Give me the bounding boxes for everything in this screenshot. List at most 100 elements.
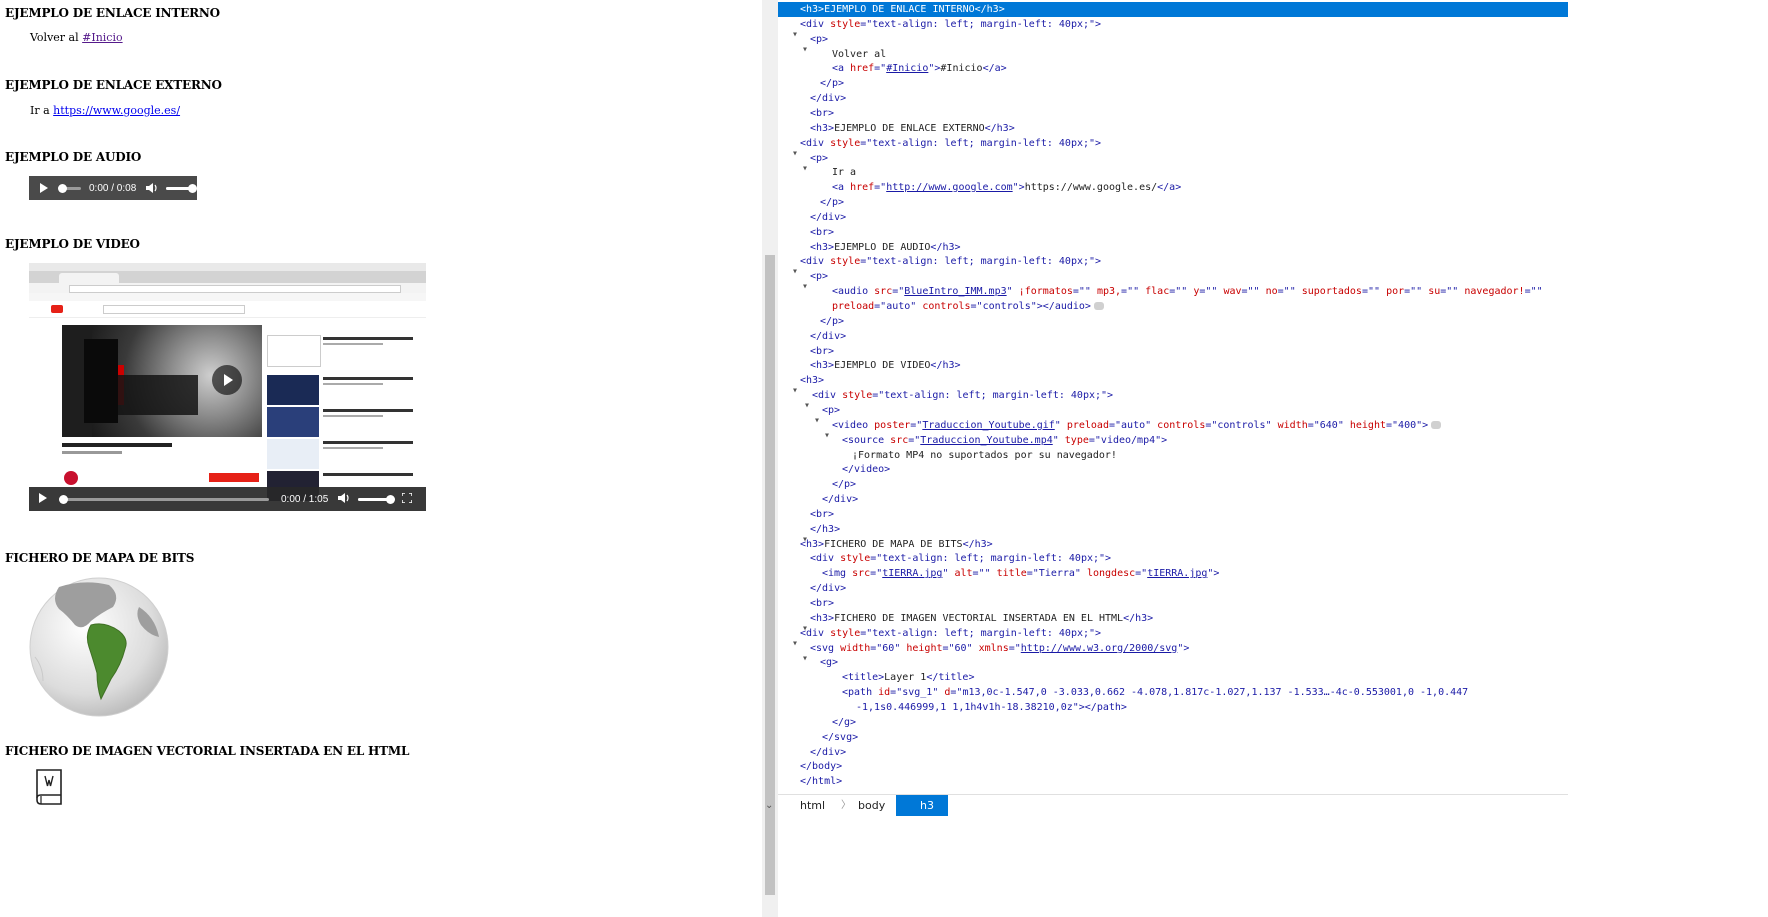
video-controls[interactable]: 0:00 / 1:05 <box>29 487 426 511</box>
video-seek-bar[interactable] <box>59 494 269 504</box>
attr-value: http://www.w3.org/2000/svg <box>1020 642 1178 654</box>
dom-node-line[interactable]: <div style="text-align: left; margin-lef… <box>778 551 1568 566</box>
dom-node-line[interactable]: </g> <box>778 715 1568 730</box>
dom-node-line[interactable]: </video> <box>778 462 1568 477</box>
dom-node-line[interactable]: ▾ <p> <box>778 151 1568 174</box>
tag-token: "> <box>1089 137 1102 149</box>
dom-node-line[interactable]: ▾ <h3>FICHERO DE IMAGEN VECTORIAL INSERTA… <box>778 611 1568 634</box>
tag-token: =" <box>890 687 903 699</box>
attr-name: poster <box>874 419 911 431</box>
dom-node-line[interactable]: ▾ <video poster="Traduccion_Youtube.gif" … <box>778 418 1568 441</box>
dom-node-line[interactable]: ▾ <div style="text-align: left; margin-le… <box>778 254 1568 277</box>
dom-node-line[interactable]: <br> <box>778 106 1568 121</box>
dom-node-line[interactable]: </div> <box>778 581 1568 596</box>
dom-node-line[interactable]: -1,1s0.446999,1 1,1h4v1h-18.38210,0z"></… <box>778 700 1568 715</box>
dom-node-line[interactable]: ▾ <div style="text-align: left; margin-le… <box>778 626 1568 649</box>
tag-token: <h3> <box>810 360 835 372</box>
dom-node-line[interactable]: ▾ <h3> <box>778 373 1568 396</box>
external-link[interactable]: https://www.google.es/ <box>53 104 180 117</box>
dom-node-selected[interactable]: <h3>EJEMPLO DE ENLACE INTERNO</h3> <box>778 2 1568 17</box>
dom-node-line[interactable]: preload="auto" controls="controls"></aud… <box>778 299 1568 314</box>
dom-node-line[interactable]: <g> <box>778 655 1568 670</box>
attr-name: xmlns <box>978 642 1009 654</box>
audio-volume-slider[interactable] <box>166 183 198 193</box>
page-scrollbar[interactable]: ⌄ <box>762 0 778 917</box>
dom-node-line[interactable]: Volver al <box>778 47 1568 62</box>
breadcrumb-html[interactable]: html <box>800 795 825 816</box>
dom-node-line[interactable]: <br> <box>778 507 1568 522</box>
dom-node-line[interactable]: <source src="Traduccion_Youtube.mp4" typ… <box>778 433 1568 448</box>
attr-name: suportados <box>1301 286 1362 298</box>
dom-node-line[interactable]: <h3>EJEMPLO DE VIDEO</h3> <box>778 358 1568 373</box>
devtools-dom-panel[interactable]: <h3>EJEMPLO DE ENLACE INTERNO</h3> ▾ <div … <box>778 0 1568 917</box>
tag-token: </div> <box>810 93 847 105</box>
dom-node-line[interactable]: </svg> <box>778 730 1568 745</box>
dom-node-line[interactable]: ▾ <p> <box>778 269 1568 292</box>
audio-time: 0:00 / 0:08 <box>89 182 137 194</box>
dom-node-line[interactable]: <br> <box>778 344 1568 359</box>
video-volume-slider[interactable] <box>358 494 396 504</box>
dom-node-line[interactable]: </div> <box>778 745 1568 760</box>
dom-node-line[interactable]: </div> <box>778 91 1568 106</box>
dom-node-line[interactable]: </html> <box>778 774 1568 789</box>
breadcrumb-h3[interactable]: h3 <box>896 795 948 816</box>
tag-token: <title> <box>842 672 885 684</box>
video-play-icon[interactable] <box>39 492 49 506</box>
dom-node-line[interactable]: <a href="http://www.google.com">https://… <box>778 180 1568 195</box>
tag-token: <br> <box>810 598 835 609</box>
video-player[interactable]: 0:00 / 1:05 <box>29 263 426 511</box>
attr-name: preload <box>1066 419 1109 431</box>
breadcrumb-body[interactable]: body <box>858 795 885 816</box>
dom-node-line[interactable]: ▾ <svg width="60" height="60" xmlns="http… <box>778 641 1568 664</box>
tag-token: <p> <box>810 33 829 45</box>
event-badge-icon[interactable] <box>1431 420 1442 429</box>
dom-node-line[interactable]: <path id="svg_1" d="m13,0c-1.547,0 -3.03… <box>778 685 1568 700</box>
dom-node-line[interactable]: <h3>FICHERO DE MAPA DE BITS</h3> <box>778 537 1568 552</box>
tag-token: </a> <box>982 63 1007 75</box>
internal-link[interactable]: #Inicio <box>82 31 122 44</box>
dom-node-line[interactable]: <br> <box>778 225 1568 240</box>
tag-token: ="" <box>1524 286 1543 298</box>
dom-node-line[interactable]: </p> <box>778 195 1568 210</box>
dom-node-line[interactable]: <title>Layer 1</title> <box>778 670 1568 685</box>
scroll-down-arrow-icon[interactable]: ⌄ <box>765 800 773 811</box>
dom-node-line[interactable]: </p> <box>778 477 1568 492</box>
video-volume-icon[interactable] <box>338 492 350 506</box>
volume-icon[interactable] <box>146 183 158 193</box>
dom-node-line[interactable]: <img src="tIERRA.jpg" alt="" title="Tier… <box>778 566 1568 581</box>
dom-node-line[interactable]: </div> <box>778 492 1568 507</box>
dom-node-line[interactable]: ¡Formato MP4 no suportados por su navega… <box>778 448 1568 463</box>
dom-node-line[interactable]: <h3>EJEMPLO DE ENLACE EXTERNO</h3> <box>778 121 1568 136</box>
attr-name: height <box>1349 419 1386 431</box>
dom-node-line[interactable]: ▾ <div style="text-align: left; margin-le… <box>778 136 1568 159</box>
dom-node-line[interactable]: <br> <box>778 596 1568 611</box>
attr-name: style <box>830 256 861 268</box>
fullscreen-icon[interactable] <box>401 491 414 506</box>
dom-node-line[interactable]: ▾ <p> <box>778 403 1568 426</box>
dom-node-line[interactable]: ▾ <p> <box>778 32 1568 55</box>
dom-node-line[interactable]: Ir a <box>778 165 1568 180</box>
tag-token: </h3> <box>962 538 993 550</box>
attr-value: http://www.google.com <box>886 182 1013 194</box>
scrollbar-thumb[interactable] <box>765 255 775 895</box>
event-badge-icon[interactable] <box>1093 302 1104 310</box>
dom-node-line[interactable]: </p> <box>778 76 1568 91</box>
dom-node-line[interactable]: </div> <box>778 329 1568 344</box>
dom-node-line[interactable]: </body> <box>778 759 1568 774</box>
tag-token: =" <box>910 419 923 431</box>
dom-node-line[interactable]: ▾ </h3> <box>778 522 1568 545</box>
tag-token: <br> <box>810 226 835 238</box>
tag-token: </a> <box>1157 182 1182 194</box>
play-icon[interactable] <box>39 183 49 193</box>
dom-node-line[interactable]: <h3>EJEMPLO DE AUDIO</h3> <box>778 240 1568 255</box>
dom-node-line[interactable]: ▾ <div style="text-align: left; margin-le… <box>778 17 1568 40</box>
dom-node-line[interactable]: <audio src="BlueIntro_IMM.mp3" ¡formatos… <box>778 284 1568 299</box>
dom-node-line[interactable]: </p> <box>778 314 1568 329</box>
tag-token: " <box>1074 568 1087 580</box>
dom-node-line[interactable]: <a href="#Inicio">#Inicio</a> <box>778 61 1568 76</box>
tag-token: ="" <box>1121 286 1146 298</box>
dom-node-line[interactable]: </div> <box>778 210 1568 225</box>
audio-seek-bar[interactable] <box>58 183 81 193</box>
audio-player[interactable]: 0:00 / 0:08 <box>29 176 198 200</box>
dom-node-line[interactable]: ▾ <div style="text-align: left; margin-le… <box>778 388 1568 411</box>
